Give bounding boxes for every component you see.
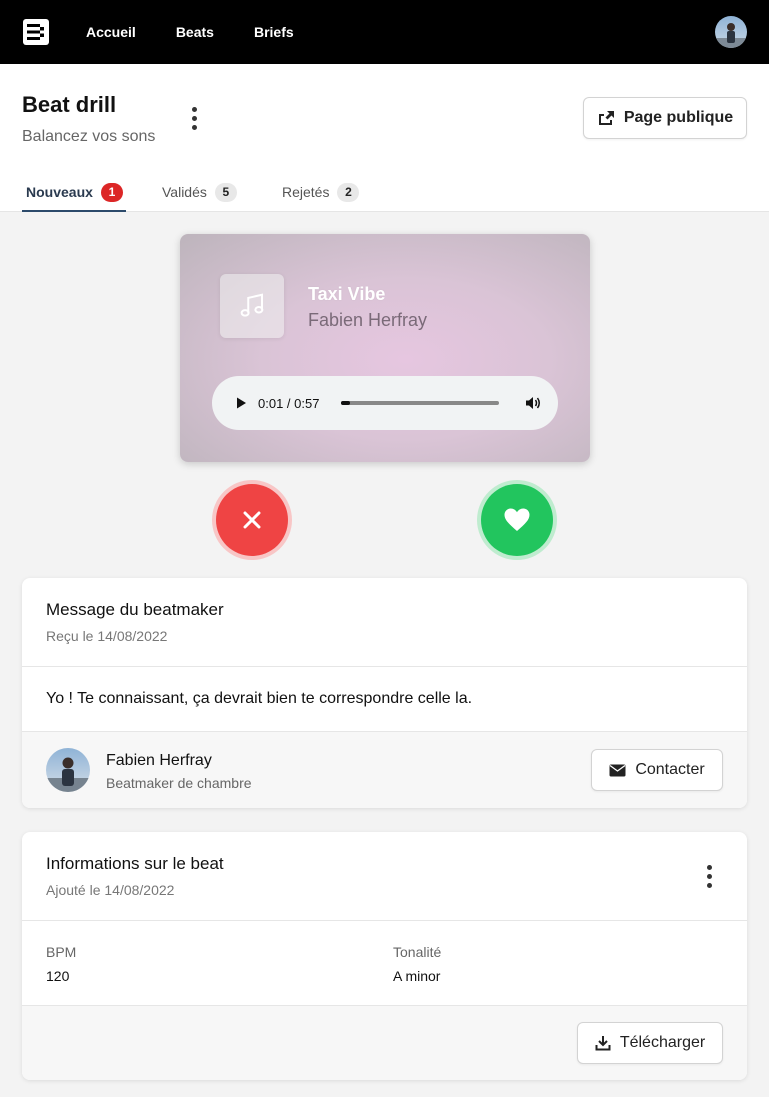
tab-label: Nouveaux <box>26 184 93 200</box>
beat-player-card: Taxi Vibe Fabien Herfray 0:01 / 0:57 <box>180 234 590 462</box>
card-title: Message du beatmaker <box>46 600 224 619</box>
contact-label: Contacter <box>635 761 705 778</box>
close-icon <box>243 511 261 529</box>
public-page-label: Page publique <box>623 109 734 126</box>
card-title: Informations sur le beat <box>46 854 224 873</box>
share-icon <box>598 111 614 125</box>
beatmaker-message-card: Message du beatmaker Reçu le 14/08/2022 … <box>22 578 747 808</box>
heart-icon <box>504 508 530 531</box>
music-note-icon <box>240 293 264 317</box>
reject-button[interactable] <box>216 484 288 556</box>
contact-button[interactable]: Contacter <box>591 749 723 791</box>
tab-rejetes[interactable]: Rejetés 2 <box>282 172 372 212</box>
tab-label: Rejetés <box>282 184 330 200</box>
tab-count-badge: 1 <box>100 182 123 202</box>
beatmaker-role: Beatmaker de chambre <box>106 775 252 791</box>
divider <box>22 920 747 921</box>
beatmaker-message: Yo ! Te connaissant, ça devrait bien te … <box>46 690 473 707</box>
key-value: A minor <box>393 968 441 984</box>
tab-nouveaux[interactable]: Nouveaux 1 <box>22 172 126 212</box>
track-artist: Fabien Herfray <box>308 310 428 330</box>
cover-art <box>220 274 284 338</box>
top-navigation-bar: Accueil Beats Briefs <box>0 0 769 64</box>
download-icon <box>595 1036 611 1051</box>
tab-label: Validés <box>162 184 207 200</box>
playback-time: 0:01 / 0:57 <box>258 396 320 411</box>
beatmaker-name: Fabien Herfray <box>106 752 212 769</box>
progress-fill <box>341 401 351 405</box>
info-more-button[interactable] <box>699 862 719 890</box>
received-date: Reçu le 14/08/2022 <box>46 628 168 644</box>
page-header: Beat drill Balancez vos sons Page publiq… <box>0 64 769 212</box>
nav-link-briefs[interactable]: Briefs <box>254 24 294 40</box>
page-subtitle: Balancez vos sons <box>22 128 156 145</box>
progress-slider[interactable] <box>341 401 499 405</box>
tab-count-badge: 5 <box>214 182 237 202</box>
nav-link-accueil[interactable]: Accueil <box>86 24 136 40</box>
header-more-button[interactable] <box>184 104 204 132</box>
play-icon[interactable] <box>234 396 248 410</box>
key-label: Tonalité <box>393 944 442 960</box>
page-title: Beat drill <box>22 92 117 117</box>
kebab-icon <box>706 864 712 870</box>
beatmaker-avatar <box>46 748 90 792</box>
added-date: Ajouté le 14/08/2022 <box>46 882 175 898</box>
public-page-button[interactable]: Page publique <box>583 97 747 139</box>
volume-icon[interactable] <box>524 394 542 412</box>
track-title: Taxi Vibe <box>308 284 386 304</box>
tab-count-badge: 2 <box>337 182 360 202</box>
bpm-value: 120 <box>46 968 70 984</box>
user-avatar[interactable] <box>715 16 747 48</box>
brand-logo-icon[interactable] <box>22 18 50 46</box>
kebab-icon <box>191 106 197 112</box>
tab-valides[interactable]: Validés 5 <box>162 172 246 212</box>
divider <box>22 666 747 667</box>
main-nav: Accueil Beats Briefs <box>86 0 334 64</box>
envelope-icon <box>609 764 626 776</box>
beat-info-card: Informations sur le beat Ajouté le 14/08… <box>22 832 747 1080</box>
nav-link-beats[interactable]: Beats <box>176 24 214 40</box>
like-button[interactable] <box>481 484 553 556</box>
download-label: Télécharger <box>619 1034 706 1051</box>
bpm-label: BPM <box>46 944 77 960</box>
download-button[interactable]: Télécharger <box>577 1022 723 1064</box>
tabs: Nouveaux 1 Validés 5 Rejetés 2 <box>22 172 372 212</box>
audio-controls: 0:01 / 0:57 <box>212 376 558 430</box>
